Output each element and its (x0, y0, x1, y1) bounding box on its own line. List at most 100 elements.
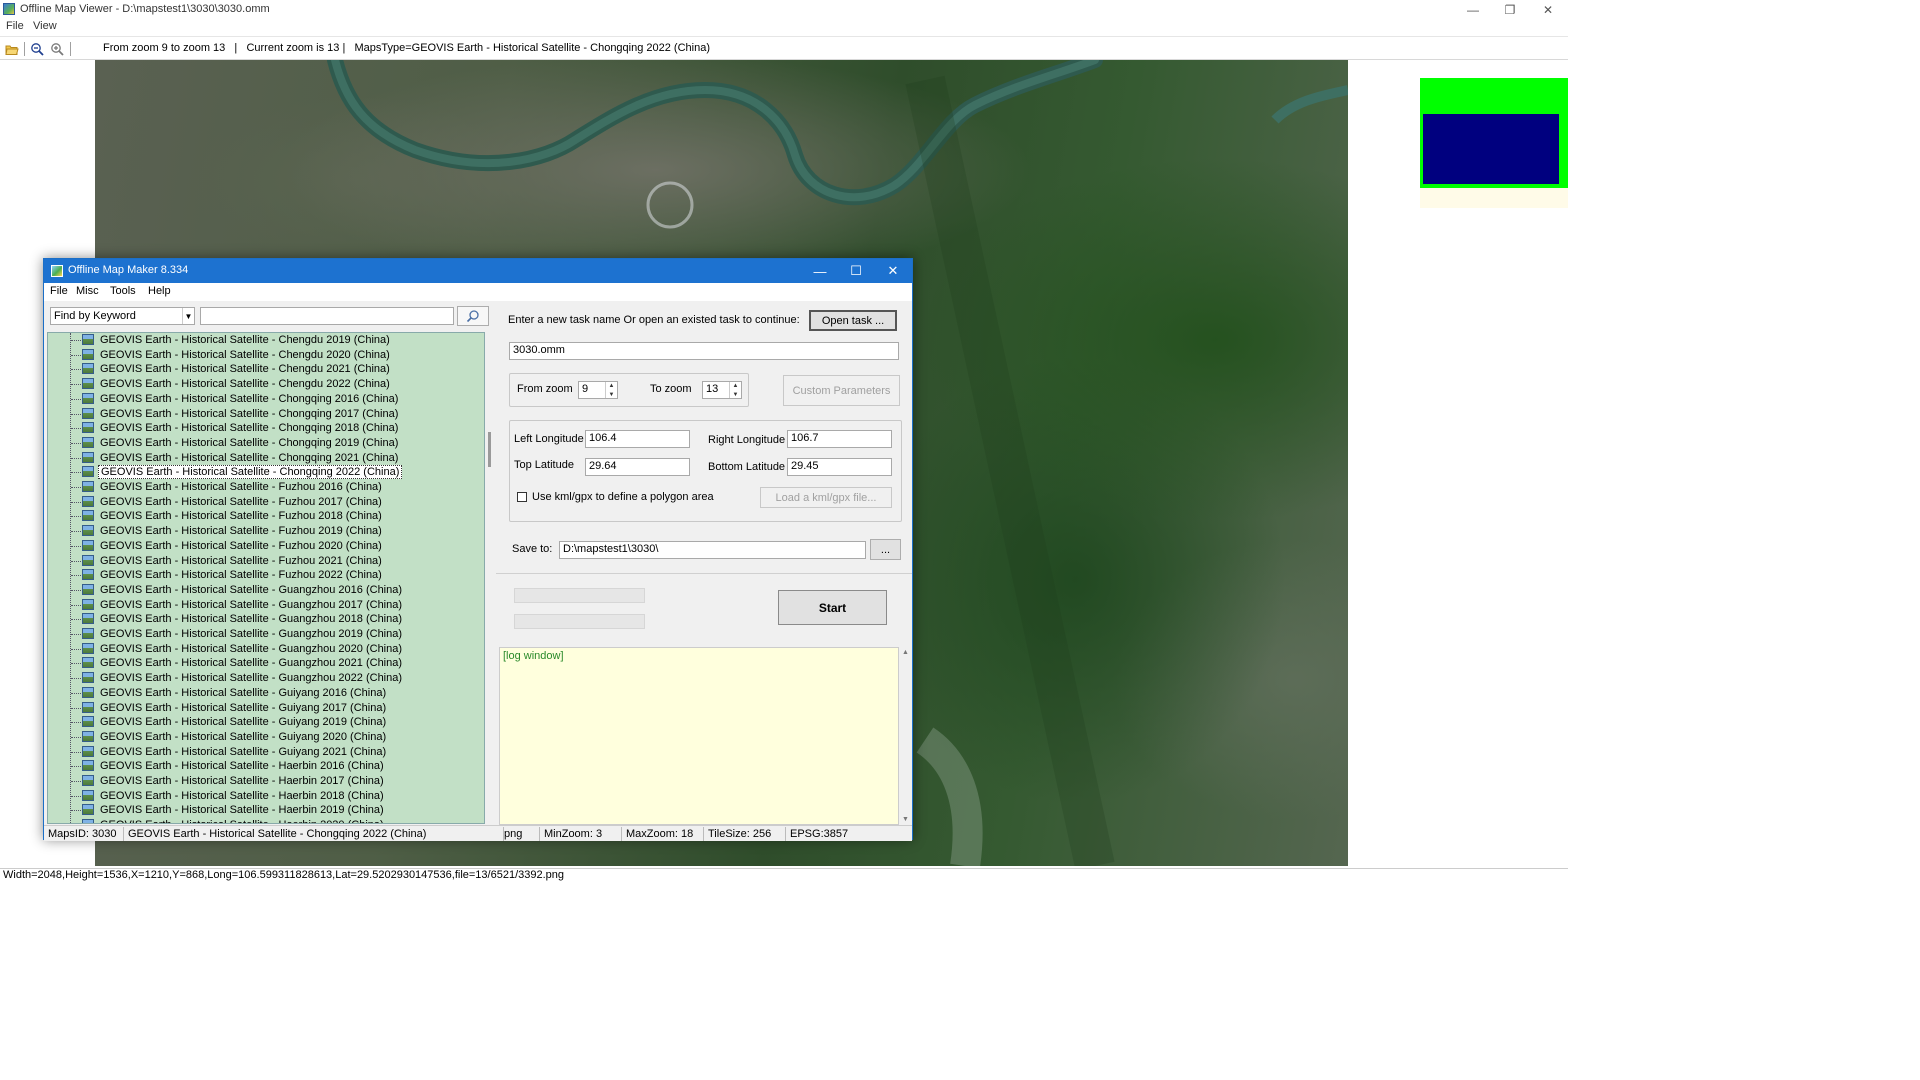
map-type-tree-item[interactable]: GEOVIS Earth - Historical Satellite - Ch… (48, 421, 484, 436)
task-name-input[interactable]: 3030.omm (509, 342, 899, 360)
right-longitude-input[interactable]: 106.7 (787, 430, 892, 448)
map-type-tree-item[interactable]: GEOVIS Earth - Historical Satellite - Gu… (48, 612, 484, 627)
map-image-icon (82, 436, 94, 448)
scroll-up-icon[interactable]: ▲ (902, 649, 909, 656)
map-type-tree-item[interactable]: GEOVIS Earth - Historical Satellite - Gu… (48, 686, 484, 701)
map-type-tree-item[interactable]: GEOVIS Earth - Historical Satellite - Ch… (48, 362, 484, 377)
map-type-tree-item[interactable]: GEOVIS Earth - Historical Satellite - Gu… (48, 598, 484, 613)
maker-menu-tools[interactable]: Tools (110, 285, 136, 297)
map-type-label: GEOVIS Earth - Historical Satellite - Gu… (100, 686, 387, 699)
spinner-arrows-icon[interactable]: ▲ ▼ (605, 382, 617, 398)
restore-icon[interactable]: ❐ (1492, 0, 1528, 19)
map-image-icon (82, 642, 94, 654)
keyword-search-input[interactable] (200, 307, 454, 325)
find-by-dropdown[interactable]: Find by Keyword ▼ (50, 307, 195, 325)
map-type-tree-item[interactable]: GEOVIS Earth - Historical Satellite - Ha… (48, 818, 484, 823)
to-zoom-value: 13 (706, 383, 719, 395)
map-type-tree-item[interactable]: GEOVIS Earth - Historical Satellite - Fu… (48, 524, 484, 539)
map-type-tree-item[interactable]: GEOVIS Earth - Historical Satellite - Fu… (48, 495, 484, 510)
maker-menu-help[interactable]: Help (148, 285, 171, 297)
open-folder-icon[interactable] (5, 42, 19, 56)
map-type-label: GEOVIS Earth - Historical Satellite - Ch… (100, 407, 399, 420)
map-type-tree-item[interactable]: GEOVIS Earth - Historical Satellite - Ha… (48, 759, 484, 774)
map-image-icon (82, 716, 94, 728)
zoom-in-icon[interactable] (50, 42, 64, 56)
map-type-tree-item[interactable]: GEOVIS Earth - Historical Satellite - Gu… (48, 715, 484, 730)
minimize-icon[interactable]: — (1455, 0, 1491, 19)
map-type-tree-item[interactable]: GEOVIS Earth - Historical Satellite - Ch… (48, 465, 484, 480)
map-type-tree-item[interactable]: GEOVIS Earth - Historical Satellite - Ch… (48, 392, 484, 407)
map-type-tree-item[interactable]: GEOVIS Earth - Historical Satellite - Ch… (48, 451, 484, 466)
kml-polygon-checkbox[interactable] (517, 492, 527, 502)
chevron-down-icon[interactable]: ▼ (182, 308, 194, 324)
overview-minimap[interactable] (1420, 78, 1568, 208)
start-button[interactable]: Start (778, 590, 887, 625)
save-to-label: Save to: (512, 543, 553, 555)
map-type-tree-item[interactable]: GEOVIS Earth - Historical Satellite - Ch… (48, 436, 484, 451)
maximize-icon[interactable]: ☐ (838, 259, 874, 283)
top-latitude-input[interactable]: 29.64 (585, 458, 690, 476)
map-type-tree-item[interactable]: GEOVIS Earth - Historical Satellite - Gu… (48, 642, 484, 657)
tree-connector (71, 472, 81, 474)
map-type-tree-item[interactable]: GEOVIS Earth - Historical Satellite - Gu… (48, 583, 484, 598)
scroll-down-icon[interactable]: ▼ (902, 816, 909, 823)
map-image-icon (82, 525, 94, 537)
spinner-arrows-icon[interactable]: ▲ ▼ (729, 382, 741, 398)
browse-folder-button[interactable]: ... (870, 539, 901, 560)
status-epsg: EPSG:3857 (790, 828, 849, 840)
map-type-tree-item[interactable]: GEOVIS Earth - Historical Satellite - Gu… (48, 656, 484, 671)
from-zoom-label: From zoom (517, 383, 573, 395)
custom-parameters-button[interactable]: Custom Parameters (783, 375, 900, 406)
close-icon[interactable]: ✕ (875, 259, 911, 283)
map-type-label: GEOVIS Earth - Historical Satellite - Ha… (98, 818, 386, 823)
map-type-tree-item[interactable]: GEOVIS Earth - Historical Satellite - Fu… (48, 480, 484, 495)
tree-scrollbar[interactable] (486, 332, 496, 824)
viewer-menu-view[interactable]: View (33, 20, 57, 32)
tree-scrollbar-thumb[interactable] (488, 432, 491, 467)
map-type-tree-item[interactable]: GEOVIS Earth - Historical Satellite - Fu… (48, 539, 484, 554)
map-type-tree-item[interactable]: GEOVIS Earth - Historical Satellite - Ch… (48, 348, 484, 363)
map-type-label: GEOVIS Earth - Historical Satellite - Gu… (100, 613, 403, 626)
map-type-tree-item[interactable]: GEOVIS Earth - Historical Satellite - Ch… (48, 377, 484, 392)
map-type-tree-item[interactable]: GEOVIS Earth - Historical Satellite - Gu… (48, 671, 484, 686)
maker-menu-misc[interactable]: Misc (76, 285, 99, 297)
bottom-latitude-input[interactable]: 29.45 (787, 458, 892, 476)
maps-type-tree[interactable]: GEOVIS Earth - Historical Satellite - Ch… (47, 332, 485, 824)
map-type-label: GEOVIS Earth - Historical Satellite - Ha… (100, 775, 384, 787)
minimize-icon[interactable]: — (802, 259, 838, 283)
from-zoom-spinner[interactable]: 9 ▲ ▼ (578, 381, 618, 399)
save-to-input[interactable]: D:\mapstest1\3030\ (559, 541, 866, 559)
map-type-tree-item[interactable]: GEOVIS Earth - Historical Satellite - Ha… (48, 774, 484, 789)
left-longitude-input[interactable]: 106.4 (585, 430, 690, 448)
close-icon[interactable]: ✕ (1530, 0, 1566, 19)
load-kml-button[interactable]: Load a kml/gpx file... (760, 487, 892, 508)
map-type-label: GEOVIS Earth - Historical Satellite - Ch… (100, 451, 399, 464)
map-type-label: GEOVIS Earth - Historical Satellite - Gu… (100, 657, 403, 670)
map-type-tree-item[interactable]: GEOVIS Earth - Historical Satellite - Fu… (48, 568, 484, 583)
zoom-out-icon[interactable] (30, 42, 44, 56)
search-button[interactable] (457, 306, 489, 326)
map-type-label: GEOVIS Earth - Historical Satellite - Ch… (100, 392, 399, 405)
map-type-tree-item[interactable]: GEOVIS Earth - Historical Satellite - Ch… (48, 407, 484, 422)
map-type-tree-item[interactable]: GEOVIS Earth - Historical Satellite - Ha… (48, 803, 484, 818)
map-type-tree-item[interactable]: GEOVIS Earth - Historical Satellite - Ch… (48, 333, 484, 348)
map-type-tree-item[interactable]: GEOVIS Earth - Historical Satellite - Gu… (48, 701, 484, 716)
map-image-icon (82, 760, 94, 772)
viewer-menu-file[interactable]: File (6, 20, 24, 32)
maker-menu-file[interactable]: File (50, 285, 68, 297)
map-image-icon (82, 495, 94, 507)
map-type-label: GEOVIS Earth - Historical Satellite - Gu… (100, 745, 387, 758)
log-window[interactable]: [log window] (499, 647, 899, 825)
map-type-tree-item[interactable]: GEOVIS Earth - Historical Satellite - Ha… (48, 789, 484, 804)
to-zoom-spinner[interactable]: 13 ▲ ▼ (702, 381, 742, 399)
tree-connector (71, 648, 81, 650)
log-scrollbar[interactable]: ▲ ▼ (900, 647, 912, 825)
map-type-tree-item[interactable]: GEOVIS Earth - Historical Satellite - Fu… (48, 554, 484, 569)
map-type-label: GEOVIS Earth - Historical Satellite - Ch… (100, 334, 390, 346)
map-type-tree-item[interactable]: GEOVIS Earth - Historical Satellite - Gu… (48, 627, 484, 642)
map-type-tree-item[interactable]: GEOVIS Earth - Historical Satellite - Fu… (48, 509, 484, 524)
overview-viewport-rectangle[interactable] (1423, 114, 1559, 184)
map-type-tree-item[interactable]: GEOVIS Earth - Historical Satellite - Gu… (48, 745, 484, 760)
map-type-tree-item[interactable]: GEOVIS Earth - Historical Satellite - Gu… (48, 730, 484, 745)
open-task-button[interactable]: Open task ... (809, 310, 897, 331)
